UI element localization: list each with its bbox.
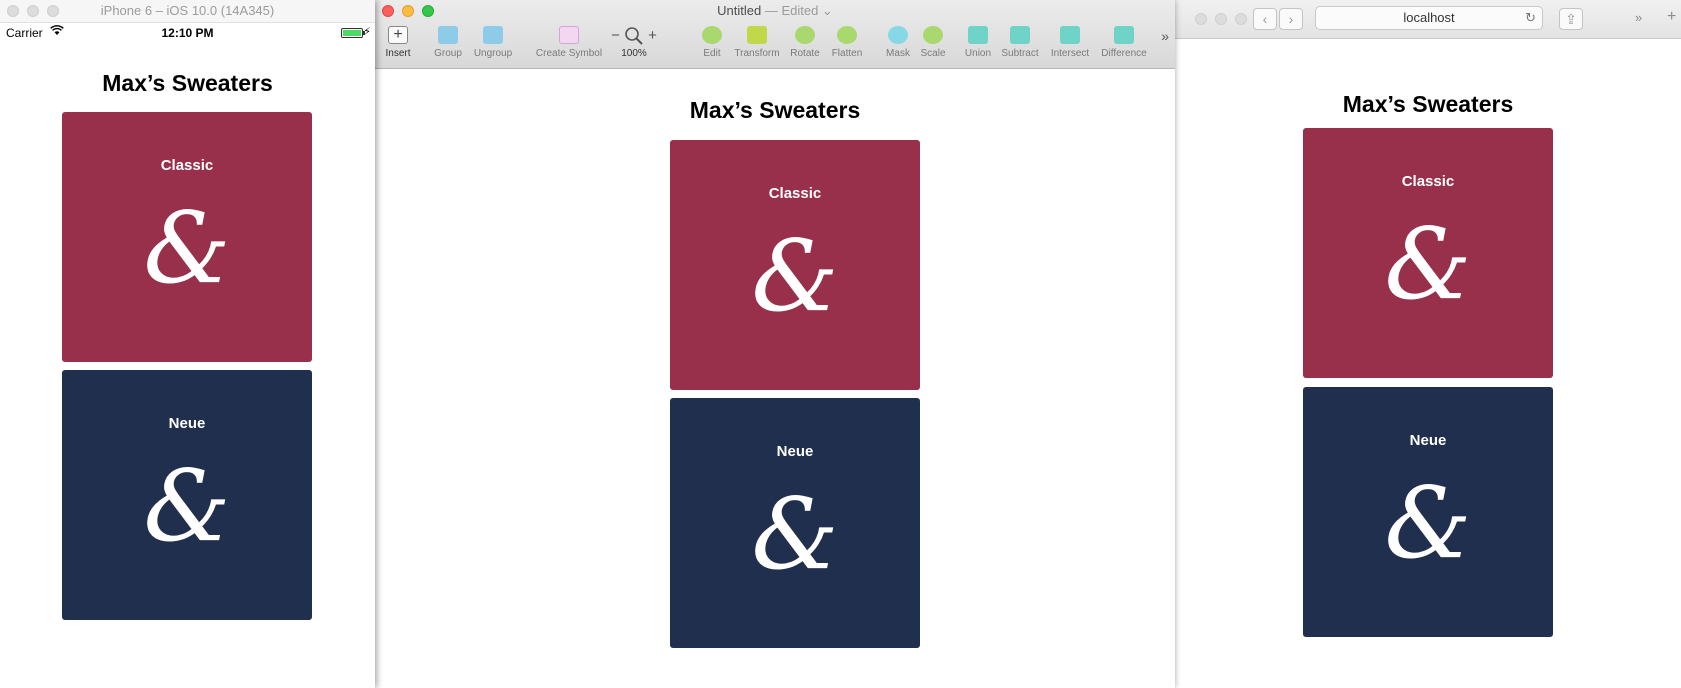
difference-icon — [1114, 26, 1134, 44]
tool-label: Mask — [886, 48, 910, 59]
tool-label: Subtract — [1001, 48, 1039, 59]
intersect-tool[interactable]: Intersect — [1047, 24, 1093, 59]
window-title: iPhone 6 – iOS 10.0 (14A345) — [100, 3, 275, 18]
insert-tool[interactable]: + Insert — [383, 24, 413, 59]
safari-window: ‹ › localhost ↻ ⇪ » + Max’s Sweaters Cla… — [1175, 0, 1681, 688]
reload-icon[interactable]: ↻ — [1525, 7, 1536, 29]
address-bar[interactable]: localhost ↻ — [1315, 6, 1543, 30]
mask-icon — [888, 26, 908, 44]
card-label: Classic — [160, 157, 214, 174]
ios-status-bar: Carrier 12:10 PM ⚡ — [0, 23, 375, 43]
symbol-icon — [559, 26, 579, 44]
tool-label: Union — [964, 48, 992, 59]
artboard-title: Max’s Sweaters — [689, 97, 861, 123]
tool-label: Create Symbol — [535, 48, 603, 59]
classic-card[interactable]: Classic & — [62, 112, 312, 362]
flatten-icon — [837, 26, 857, 44]
document-name: Untitled — [717, 3, 762, 18]
magnifier-icon — [624, 27, 648, 45]
close-button[interactable] — [1195, 13, 1207, 25]
charging-bolt-icon: ⚡ — [363, 26, 371, 38]
status-time: 12:10 PM — [161, 26, 214, 40]
scale-icon — [923, 26, 943, 44]
tool-label: Rotate — [790, 48, 820, 59]
ampersand-glyph: & — [751, 220, 839, 334]
edited-status[interactable]: — Edited ⌄ — [761, 3, 833, 18]
mask-tool[interactable]: Mask — [883, 24, 913, 59]
subtract-tool[interactable]: Subtract — [997, 24, 1043, 59]
union-icon — [968, 26, 988, 44]
transform-tool[interactable]: Transform — [731, 24, 783, 59]
scale-tool[interactable]: Scale — [917, 24, 949, 59]
edit-tool[interactable]: Edit — [697, 24, 727, 59]
group-icon — [438, 26, 458, 44]
plus-icon: + — [388, 26, 408, 44]
transform-icon — [747, 26, 767, 44]
group-tool[interactable]: Group — [431, 24, 465, 59]
ampersand-glyph: & — [1384, 467, 1472, 581]
sketch-canvas[interactable]: Max’s Sweaters Classic & Neue & — [375, 69, 1175, 688]
zoom-out-button[interactable]: − — [611, 27, 620, 44]
difference-tool[interactable]: Difference — [1097, 24, 1151, 59]
neue-card[interactable]: Neue & — [670, 398, 920, 648]
simulator-titlebar: iPhone 6 – iOS 10.0 (14A345) — [0, 0, 375, 23]
zoom-control: − + 100% — [607, 24, 661, 59]
zoom-in-button[interactable]: + — [648, 27, 657, 44]
ungroup-icon — [483, 26, 503, 44]
document-title: Untitled — Edited ⌄ — [375, 3, 1175, 19]
web-page: Max’s Sweaters Classic & Neue & — [1175, 39, 1681, 688]
safari-toolbar: ‹ › localhost ↻ ⇪ » + — [1175, 0, 1681, 39]
rotate-tool[interactable]: Rotate — [787, 24, 823, 59]
tool-label: Intersect — [1050, 48, 1090, 59]
zoom-button[interactable] — [1235, 13, 1247, 25]
forward-button[interactable]: › — [1279, 8, 1303, 30]
ampersand-glyph: & — [1384, 208, 1472, 322]
battery-icon — [341, 28, 365, 38]
tool-label: Ungroup — [473, 48, 513, 59]
ampersand-glyph: & — [143, 192, 231, 306]
classic-card[interactable]: Classic & — [670, 140, 920, 390]
sketch-toolbar: + Insert Group Ungroup Create Symbol − +… — [375, 24, 1175, 66]
tool-label: Transform — [734, 48, 780, 59]
ungroup-tool[interactable]: Ungroup — [469, 24, 517, 59]
share-button[interactable]: ⇪ — [1559, 8, 1583, 30]
address-text: localhost — [1403, 10, 1455, 25]
toolbar-overflow-button[interactable]: » — [1161, 28, 1169, 44]
tool-label: Scale — [920, 48, 946, 59]
back-button[interactable]: ‹ — [1253, 8, 1277, 30]
intersect-icon — [1060, 26, 1080, 44]
card-label: Neue — [168, 415, 206, 432]
edit-icon — [702, 26, 722, 44]
subtract-icon — [1010, 26, 1030, 44]
page-title: Max’s Sweaters — [102, 70, 273, 96]
iphone-simulator-window: iPhone 6 – iOS 10.0 (14A345) Carrier 12:… — [0, 0, 375, 688]
tool-label: Edit — [703, 48, 721, 59]
create-symbol-tool[interactable]: Create Symbol — [531, 24, 607, 59]
tool-label: Group — [434, 48, 462, 59]
page-title: Max’s Sweaters — [1342, 91, 1514, 117]
card-label: Classic — [768, 185, 822, 202]
minimize-button[interactable] — [1215, 13, 1227, 25]
sketch-titlebar: Untitled — Edited ⌄ + Insert Group Ungro… — [375, 0, 1175, 69]
card-label: Classic — [1401, 173, 1455, 190]
card-label: Neue — [1409, 432, 1447, 449]
zoom-level: 100% — [621, 48, 647, 59]
toolbar-overflow-button[interactable]: » — [1635, 10, 1642, 25]
tool-label: Flatten — [831, 48, 863, 59]
window-controls — [1195, 13, 1247, 25]
ampersand-glyph: & — [751, 478, 839, 592]
union-tool[interactable]: Union — [961, 24, 995, 59]
classic-card[interactable]: Classic & — [1303, 128, 1553, 378]
sketch-window: Untitled — Edited ⌄ + Insert Group Ungro… — [375, 0, 1175, 688]
neue-card[interactable]: Neue & — [1303, 387, 1553, 637]
ampersand-glyph: & — [143, 450, 231, 564]
neue-card[interactable]: Neue & — [62, 370, 312, 620]
rotate-icon — [795, 26, 815, 44]
new-tab-button[interactable]: + — [1667, 8, 1681, 30]
tool-label: Difference — [1101, 48, 1147, 59]
card-label: Neue — [776, 443, 814, 460]
flatten-tool[interactable]: Flatten — [827, 24, 867, 59]
tool-label: Insert — [385, 48, 411, 59]
